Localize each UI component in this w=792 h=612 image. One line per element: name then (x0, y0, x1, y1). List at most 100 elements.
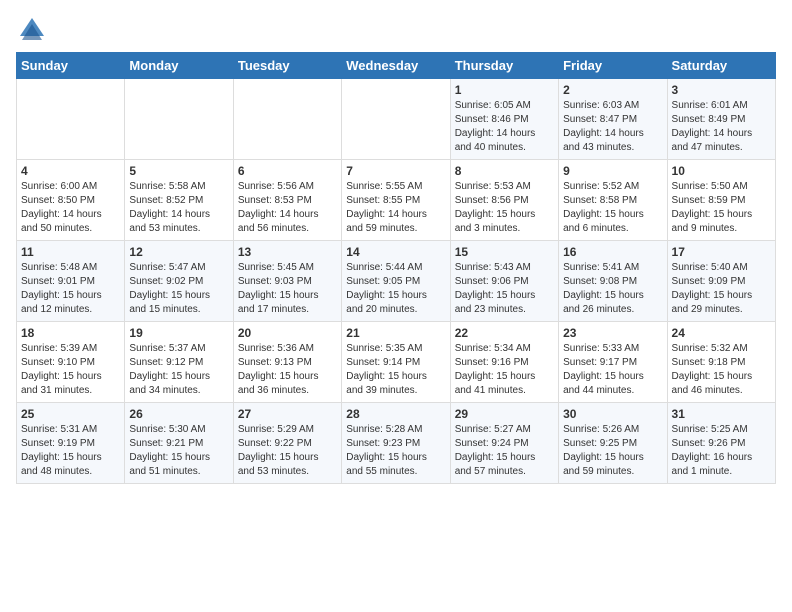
calendar-cell: 5 Sunrise: 5:58 AM Sunset: 8:52 PM Daylig… (125, 160, 233, 241)
day-number: 31 (672, 407, 771, 421)
day-info: Sunrise: 5:32 AM Sunset: 9:18 PM Dayligh… (672, 342, 771, 398)
calendar-cell: 11 Sunrise: 5:48 AM Sunset: 9:01 PM Dayli… (17, 241, 125, 322)
calendar-cell: 18 Sunrise: 5:39 AM Sunset: 9:10 PM Dayli… (17, 322, 125, 403)
day-info: Sunrise: 5:45 AM Sunset: 9:03 PM Dayligh… (238, 261, 337, 317)
day-info: Sunrise: 5:44 AM Sunset: 9:05 PM Dayligh… (346, 261, 445, 317)
day-number: 5 (129, 164, 228, 178)
day-info: Sunrise: 5:37 AM Sunset: 9:12 PM Dayligh… (129, 342, 228, 398)
calendar-table: SundayMondayTuesdayWednesdayThursdayFrid… (16, 52, 776, 484)
calendar-cell: 19 Sunrise: 5:37 AM Sunset: 9:12 PM Dayli… (125, 322, 233, 403)
page-header (16, 16, 776, 44)
calendar-cell: 31 Sunrise: 5:25 AM Sunset: 9:26 PM Dayli… (667, 403, 775, 484)
calendar-cell: 30 Sunrise: 5:26 AM Sunset: 9:25 PM Dayli… (559, 403, 667, 484)
day-info: Sunrise: 5:56 AM Sunset: 8:53 PM Dayligh… (238, 180, 337, 236)
calendar-week-2: 4 Sunrise: 6:00 AM Sunset: 8:50 PM Daylig… (17, 160, 776, 241)
day-number: 2 (563, 83, 662, 97)
day-info: Sunrise: 5:27 AM Sunset: 9:24 PM Dayligh… (455, 423, 554, 479)
day-number: 22 (455, 326, 554, 340)
day-info: Sunrise: 5:41 AM Sunset: 9:08 PM Dayligh… (563, 261, 662, 317)
day-number: 12 (129, 245, 228, 259)
day-number: 28 (346, 407, 445, 421)
header-wednesday: Wednesday (342, 53, 450, 79)
day-number: 14 (346, 245, 445, 259)
calendar-cell: 24 Sunrise: 5:32 AM Sunset: 9:18 PM Dayli… (667, 322, 775, 403)
calendar-cell: 12 Sunrise: 5:47 AM Sunset: 9:02 PM Dayli… (125, 241, 233, 322)
calendar-cell: 6 Sunrise: 5:56 AM Sunset: 8:53 PM Daylig… (233, 160, 341, 241)
calendar-cell: 27Sunrise: 5:29 AM Sunset: 9:22 PM Dayli… (233, 403, 341, 484)
day-info: Sunrise: 6:05 AM Sunset: 8:46 PM Dayligh… (455, 99, 554, 155)
calendar-cell: 10 Sunrise: 5:50 AM Sunset: 8:59 PM Dayli… (667, 160, 775, 241)
day-info: Sunrise: 5:58 AM Sunset: 8:52 PM Dayligh… (129, 180, 228, 236)
day-info: Sunrise: 5:53 AM Sunset: 8:56 PM Dayligh… (455, 180, 554, 236)
day-number: 16 (563, 245, 662, 259)
day-info: Sunrise: 6:01 AM Sunset: 8:49 PM Dayligh… (672, 99, 771, 155)
day-number: 26 (129, 407, 228, 421)
day-info: Sunrise: 5:39 AM Sunset: 9:10 PM Dayligh… (21, 342, 120, 398)
day-number: 25 (21, 407, 120, 421)
calendar-cell: 16 Sunrise: 5:41 AM Sunset: 9:08 PM Dayli… (559, 241, 667, 322)
calendar-week-1: 1 Sunrise: 6:05 AM Sunset: 8:46 PM Daylig… (17, 79, 776, 160)
day-info: Sunrise: 5:50 AM Sunset: 8:59 PM Dayligh… (672, 180, 771, 236)
calendar-cell: 25 Sunrise: 5:31 AM Sunset: 9:19 PM Dayli… (17, 403, 125, 484)
day-number: 24 (672, 326, 771, 340)
calendar-week-4: 18 Sunrise: 5:39 AM Sunset: 9:10 PM Dayli… (17, 322, 776, 403)
day-info: Sunrise: 5:31 AM Sunset: 9:19 PM Dayligh… (21, 423, 120, 479)
calendar-cell: 22 Sunrise: 5:34 AM Sunset: 9:16 PM Dayli… (450, 322, 558, 403)
day-info: Sunrise: 5:35 AM Sunset: 9:14 PM Dayligh… (346, 342, 445, 398)
day-info: Sunrise: 5:30 AM Sunset: 9:21 PM Dayligh… (129, 423, 228, 479)
calendar-cell (125, 79, 233, 160)
header-thursday: Thursday (450, 53, 558, 79)
day-number: 3 (672, 83, 771, 97)
day-number: 17 (672, 245, 771, 259)
day-info: Sunrise: 6:03 AM Sunset: 8:47 PM Dayligh… (563, 99, 662, 155)
header-friday: Friday (559, 53, 667, 79)
day-info: Sunrise: 5:34 AM Sunset: 9:16 PM Dayligh… (455, 342, 554, 398)
day-number: 18 (21, 326, 120, 340)
day-info: Sunrise: 5:52 AM Sunset: 8:58 PM Dayligh… (563, 180, 662, 236)
day-number: 19 (129, 326, 228, 340)
calendar-cell: 7Sunrise: 5:55 AM Sunset: 8:55 PM Daylig… (342, 160, 450, 241)
calendar-cell: 2 Sunrise: 6:03 AM Sunset: 8:47 PM Daylig… (559, 79, 667, 160)
calendar-week-3: 11 Sunrise: 5:48 AM Sunset: 9:01 PM Dayli… (17, 241, 776, 322)
calendar-cell (17, 79, 125, 160)
calendar-cell: 4 Sunrise: 6:00 AM Sunset: 8:50 PM Daylig… (17, 160, 125, 241)
calendar-cell: 23Sunrise: 5:33 AM Sunset: 9:17 PM Dayli… (559, 322, 667, 403)
day-info: Sunrise: 5:25 AM Sunset: 9:26 PM Dayligh… (672, 423, 771, 479)
calendar-cell: 26 Sunrise: 5:30 AM Sunset: 9:21 PM Dayli… (125, 403, 233, 484)
day-number: 23 (563, 326, 662, 340)
day-number: 10 (672, 164, 771, 178)
calendar-cell: 13 Sunrise: 5:45 AM Sunset: 9:03 PM Dayli… (233, 241, 341, 322)
day-info: Sunrise: 6:00 AM Sunset: 8:50 PM Dayligh… (21, 180, 120, 236)
calendar-cell: 20 Sunrise: 5:36 AM Sunset: 9:13 PM Dayli… (233, 322, 341, 403)
day-number: 20 (238, 326, 337, 340)
calendar-cell: 8Sunrise: 5:53 AM Sunset: 8:56 PM Daylig… (450, 160, 558, 241)
day-number: 29 (455, 407, 554, 421)
calendar-cell: 3 Sunrise: 6:01 AM Sunset: 8:49 PM Daylig… (667, 79, 775, 160)
day-number: 11 (21, 245, 120, 259)
calendar-cell: 9Sunrise: 5:52 AM Sunset: 8:58 PM Daylig… (559, 160, 667, 241)
day-info: Sunrise: 5:40 AM Sunset: 9:09 PM Dayligh… (672, 261, 771, 317)
day-info: Sunrise: 5:47 AM Sunset: 9:02 PM Dayligh… (129, 261, 228, 317)
day-number: 7 (346, 164, 445, 178)
calendar-cell (342, 79, 450, 160)
calendar-cell (233, 79, 341, 160)
calendar-cell: 17 Sunrise: 5:40 AM Sunset: 9:09 PM Dayli… (667, 241, 775, 322)
day-number: 15 (455, 245, 554, 259)
day-number: 1 (455, 83, 554, 97)
day-number: 4 (21, 164, 120, 178)
day-number: 13 (238, 245, 337, 259)
day-number: 6 (238, 164, 337, 178)
calendar-cell: 15 Sunrise: 5:43 AM Sunset: 9:06 PM Dayli… (450, 241, 558, 322)
day-info: Sunrise: 5:43 AM Sunset: 9:06 PM Dayligh… (455, 261, 554, 317)
header-sunday: Sunday (17, 53, 125, 79)
day-info: Sunrise: 5:26 AM Sunset: 9:25 PM Dayligh… (563, 423, 662, 479)
calendar-cell: 29 Sunrise: 5:27 AM Sunset: 9:24 PM Dayli… (450, 403, 558, 484)
day-info: Sunrise: 5:36 AM Sunset: 9:13 PM Dayligh… (238, 342, 337, 398)
header-tuesday: Tuesday (233, 53, 341, 79)
header-monday: Monday (125, 53, 233, 79)
day-info: Sunrise: 5:28 AM Sunset: 9:23 PM Dayligh… (346, 423, 445, 479)
day-info: Sunrise: 5:48 AM Sunset: 9:01 PM Dayligh… (21, 261, 120, 317)
day-number: 30 (563, 407, 662, 421)
header-saturday: Saturday (667, 53, 775, 79)
day-number: 27 (238, 407, 337, 421)
